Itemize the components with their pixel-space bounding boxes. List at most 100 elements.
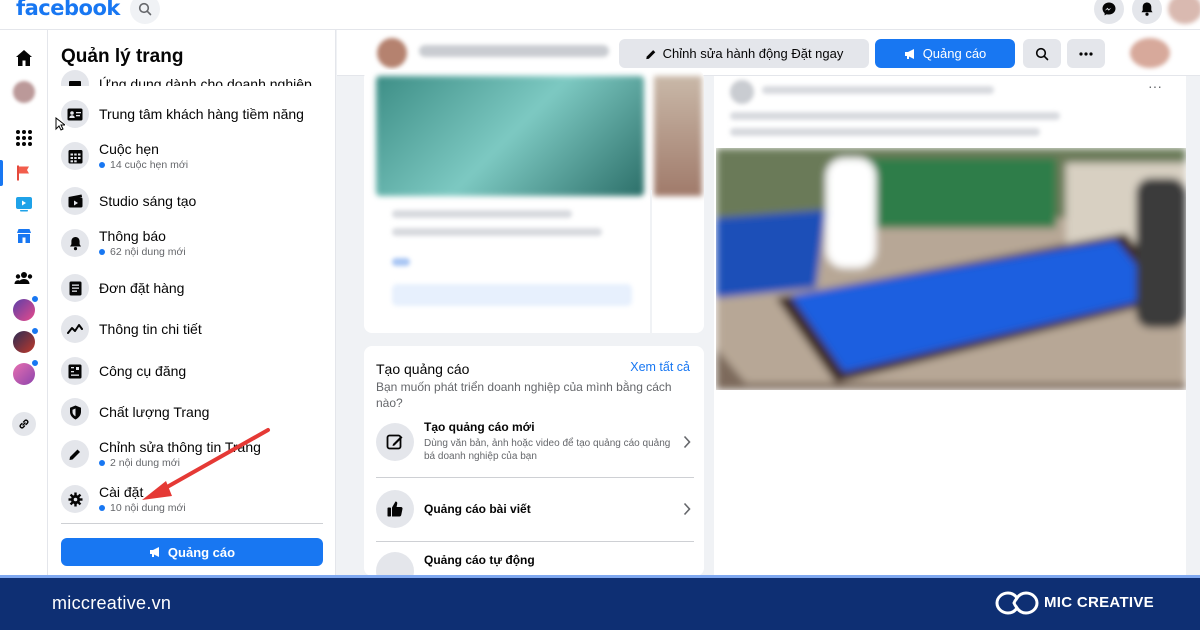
sidebar-item-badge: 2 nội dung mới [99,457,261,469]
sidebar-item-label: Cài đặt [99,484,144,500]
create-new-ad-option[interactable]: Tạo quảng cáo mới Dùng văn bản, ảnh hoặc… [376,420,694,463]
post-photo-billiard-table[interactable] [716,148,1186,390]
watch-video-icon[interactable] [12,192,36,216]
sidebar-item-badge: 10 nội dung mới [99,502,186,514]
link-icon[interactable] [12,412,36,436]
unread-dot [31,327,39,335]
sidebar-item-label: Đơn đặt hàng [99,280,185,296]
sidebar-item-settings[interactable]: Cài đặt 10 nội dung mới [61,479,331,519]
button-label: Quảng cáo [922,46,987,61]
briefcase-icon [61,70,89,86]
page-search-button[interactable] [1023,39,1061,68]
sidebar-item-label: Cuộc hẹn [99,141,159,157]
account-avatar[interactable] [1168,0,1200,24]
top-navigation-bar: facebook [0,0,1200,30]
order-list-icon [61,274,89,302]
calendar-icon [61,142,89,170]
card-description: Bạn muốn phát triển doanh nghiệp của mìn… [376,380,672,410]
left-icon-rail [0,30,48,575]
pencil-icon [61,440,89,468]
automated-ads-option[interactable]: Quảng cáo tự động [376,552,694,576]
search-icon [1035,47,1049,60]
sidebar-item-business-apps[interactable]: Ứng dụng dành cho doanh nghiệp [61,60,331,86]
option-title: Tạo quảng cáo mới [424,420,535,434]
megaphone-icon [904,48,914,59]
sidebar-item-label: Thông tin chi tiết [99,321,202,337]
divider [376,477,694,478]
thumbs-up-icon [376,490,414,528]
sidebar-item-publishing-tools[interactable]: Công cụ đăng [61,351,331,391]
card-title: Tạo quảng cáo [376,361,470,377]
boost-post-option[interactable]: Quảng cáo bài viết [376,490,694,528]
chevron-right-icon [680,502,694,516]
page-avatar[interactable] [12,80,36,104]
home-icon[interactable] [12,46,36,70]
sidebar-item-label: Chất lượng Trang [99,404,210,420]
unread-dot [31,359,39,367]
flag-icon[interactable] [12,161,36,185]
option-title: Quảng cáo bài viết [424,502,531,516]
mic-creative-logo [995,591,1039,615]
publishing-tools-icon [61,357,89,385]
sidebar-item-label: Chỉnh sửa thông tin Trang [99,439,261,455]
sidebar-item-label: Thông báo [99,228,166,244]
blurred-image [654,76,702,196]
unread-dot [99,505,105,511]
facebook-logo[interactable]: facebook [16,0,120,20]
shield-icon [61,398,89,426]
search-icon[interactable] [130,0,160,24]
sidebar-item-badge: 14 cuộc hẹn mới [99,159,188,171]
pencil-icon [645,49,655,59]
more-options-button[interactable] [1067,39,1105,68]
button-label: Chỉnh sửa hành động Đặt ngay [662,46,844,61]
sidebar-item-insights[interactable]: Thông tin chi tiết [61,309,331,349]
insights-chart-icon [61,315,89,343]
website-url[interactable]: miccreative.vn [52,593,171,614]
page-name-blurred [419,45,609,57]
more-dots-icon [1079,51,1093,56]
mouse-cursor-icon [55,117,65,131]
option-title: Quảng cáo tự động [424,553,535,567]
marketplace-store-icon[interactable] [12,224,36,248]
gear-icon [61,485,89,513]
profile-avatar[interactable] [1130,38,1170,68]
automated-ads-icon [376,552,414,576]
post-author-avatar[interactable] [730,80,754,104]
unread-dot [99,162,105,168]
shortcut-game-2[interactable] [12,327,39,354]
chevron-right-icon [680,435,694,449]
post-more-options[interactable]: ··· [1148,78,1162,94]
compose-icon [376,422,414,461]
divider [376,541,694,542]
sidebar-promote-button[interactable]: Quảng cáo [61,538,323,566]
sidebar-item-page-quality[interactable]: Chất lượng Trang [61,392,331,432]
sidebar-item-orders[interactable]: Đơn đặt hàng [61,268,331,308]
messenger-icon[interactable] [1094,0,1124,24]
unread-dot [31,295,39,303]
shortcut-game-3[interactable] [12,359,39,386]
edit-action-button[interactable]: Chỉnh sửa hành động Đặt ngay [619,39,869,68]
see-all-link[interactable]: Xem tất cả [630,360,690,374]
manage-page-sidebar: Quản lý trang Ứng dụng dành cho doanh ng… [48,30,336,575]
option-description: Dùng văn bản, ảnh hoặc video để tạo quản… [424,438,671,462]
header-promote-button[interactable]: Quảng cáo [875,39,1015,68]
unread-dot [99,249,105,255]
sidebar-item-leads-center[interactable]: Trung tâm khách hàng tiềm năng [61,94,331,134]
groups-icon[interactable] [12,266,36,290]
bell-icon [61,229,89,257]
button-label: Quảng cáo [167,544,236,560]
menu-grid-icon[interactable] [12,126,36,150]
sidebar-item-creator-studio[interactable]: Studio sáng tạo [61,181,331,221]
create-ad-card: Tạo quảng cáo Xem tất cả Bạn muốn phát t… [364,346,704,576]
shortcut-game-1[interactable] [12,295,39,322]
blurred-image [376,76,644,196]
sidebar-item-appointments[interactable]: Cuộc hẹn 14 cuộc hẹn mới [61,136,331,176]
blurred-post-carousel [364,70,704,333]
footer-banner: miccreative.vn MIC CREATIVE [0,575,1200,630]
sidebar-item-notifications[interactable]: Thông báo 62 nội dung mới [61,223,331,263]
notifications-bell-icon[interactable] [1132,0,1162,24]
page-feed-post: ··· [714,76,1186,575]
blurred-button [392,284,632,306]
page-profile-avatar[interactable] [377,38,407,68]
sidebar-item-edit-page-info[interactable]: Chỉnh sửa thông tin Trang 2 nội dung mới [61,434,331,474]
